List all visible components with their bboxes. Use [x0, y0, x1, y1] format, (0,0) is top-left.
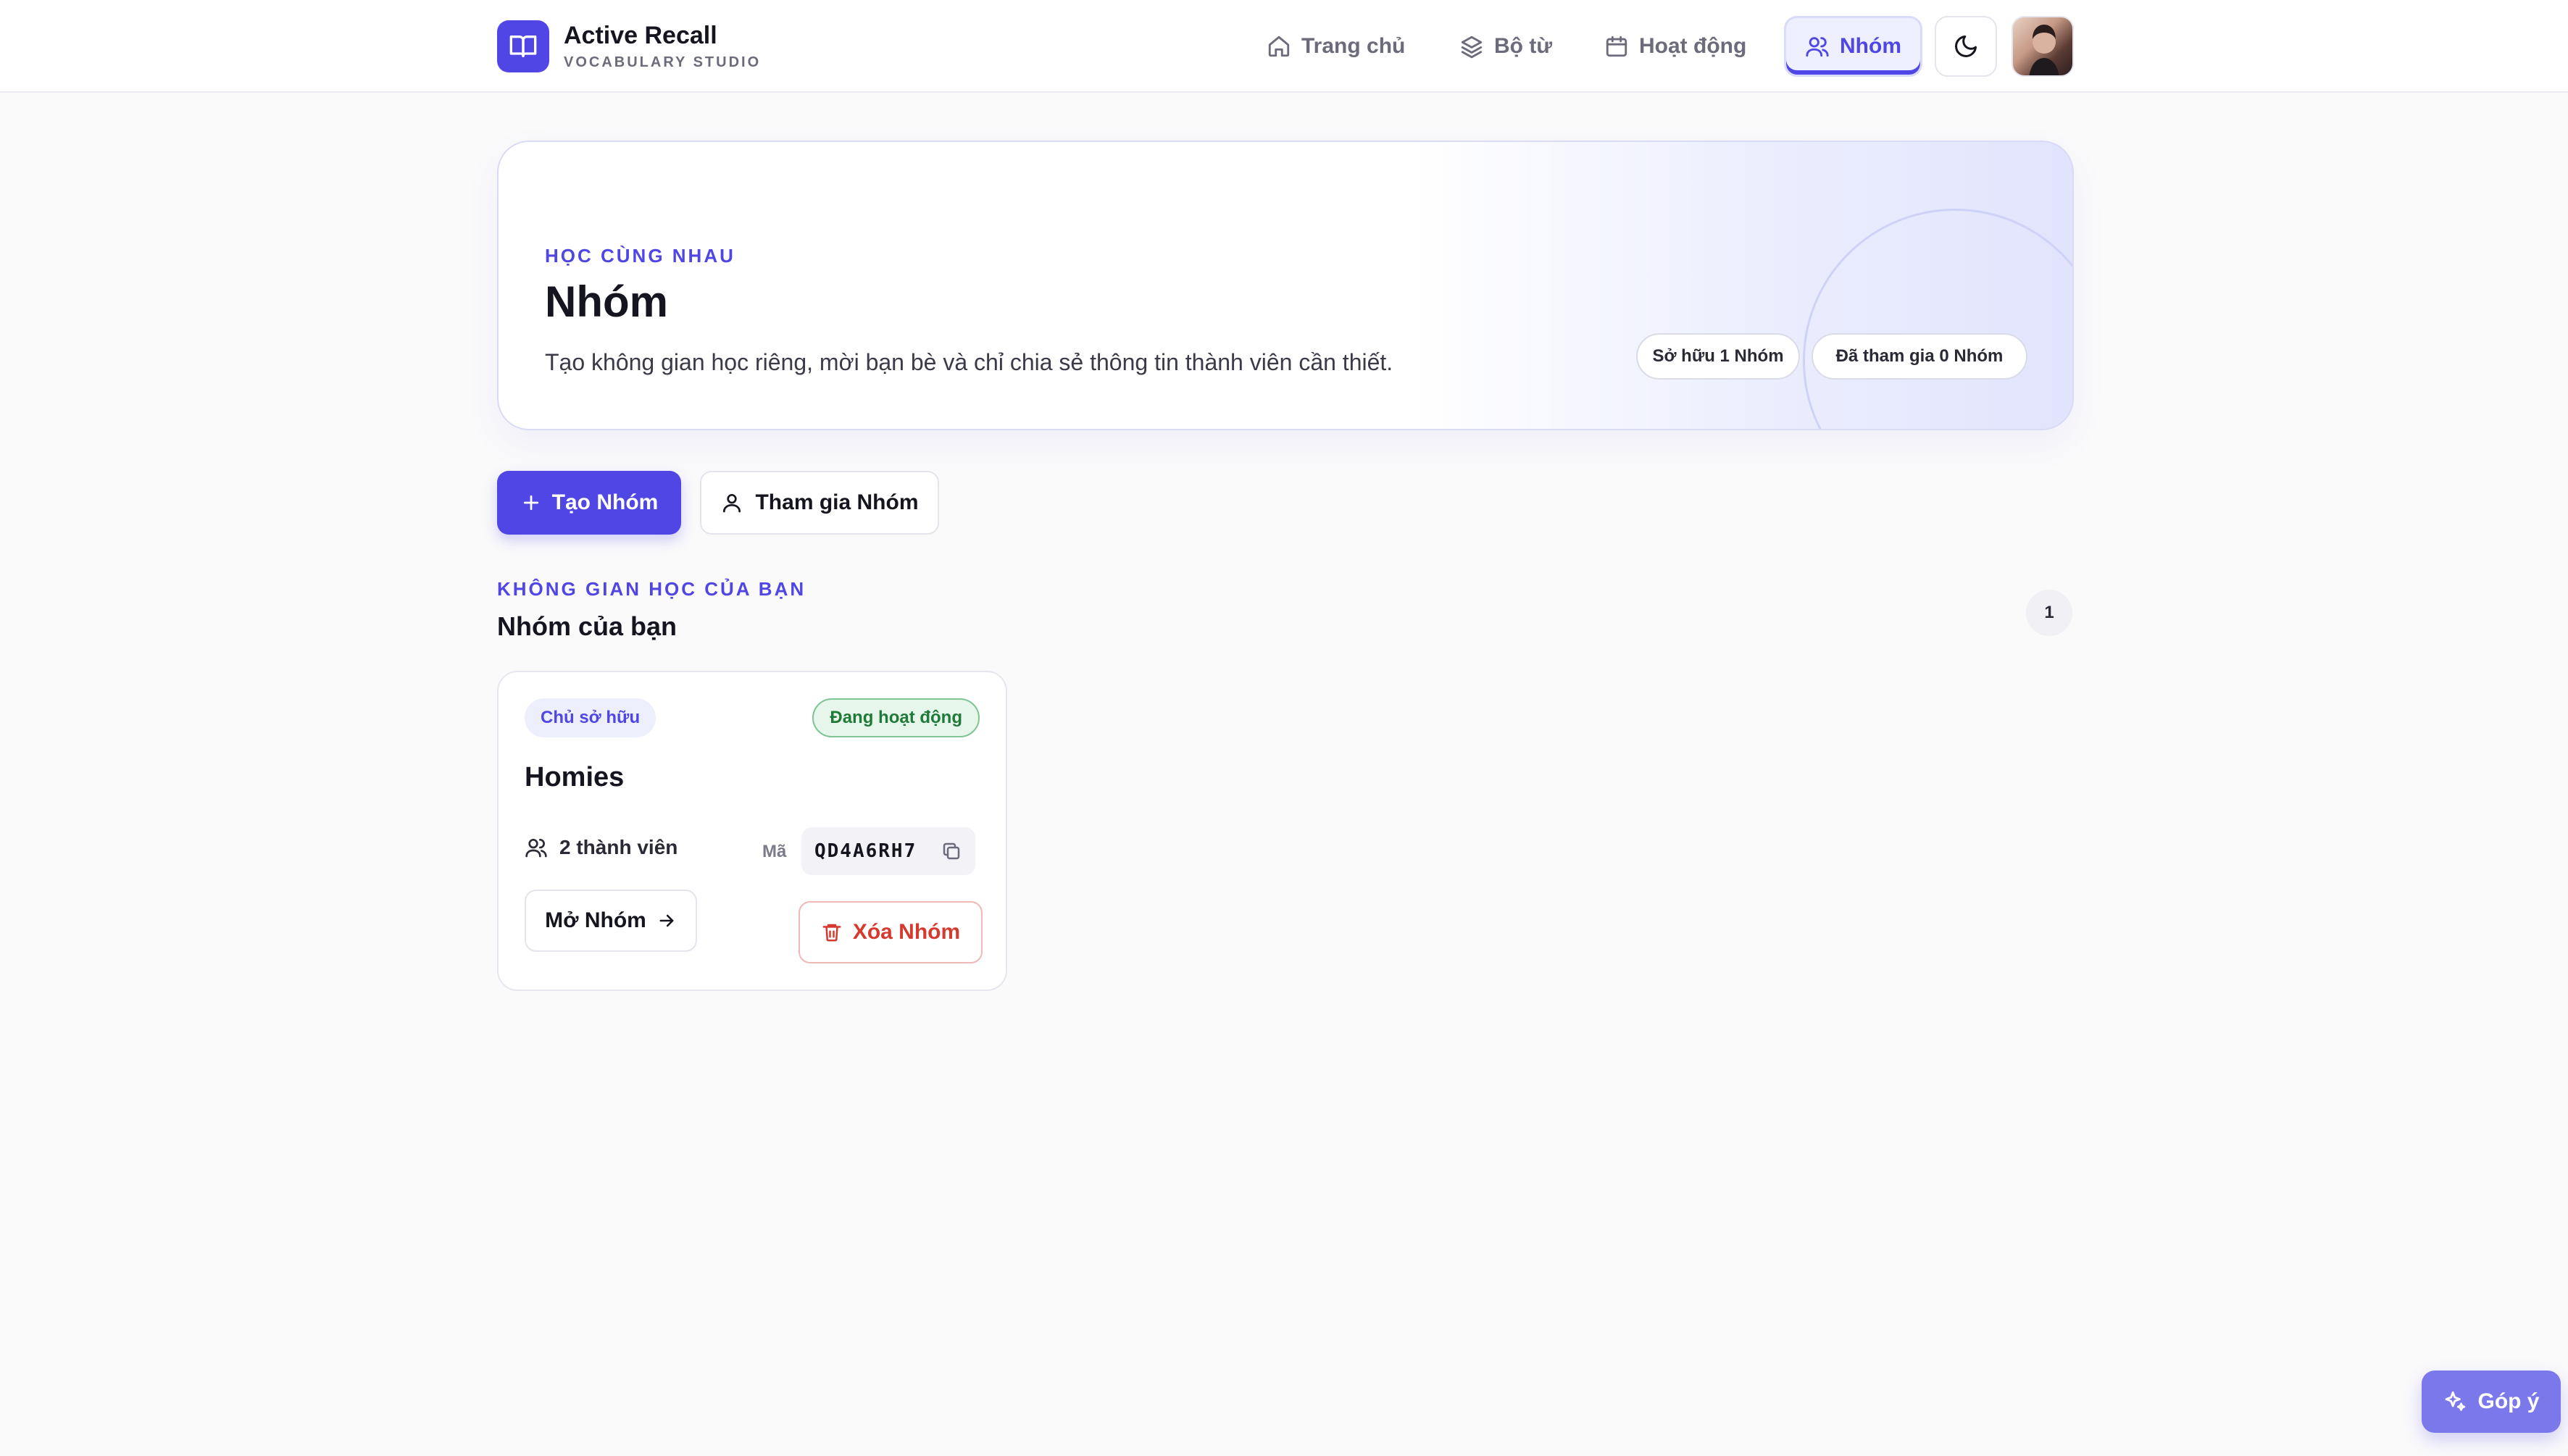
nav-item-label: Bộ từ — [1494, 34, 1553, 58]
join-group-button[interactable]: Tham gia Nhóm — [700, 471, 939, 535]
copy-icon[interactable] — [941, 840, 962, 862]
nav-item-groups[interactable]: Nhóm — [1784, 16, 1922, 77]
decorative-circle — [1803, 209, 2072, 429]
users-icon — [525, 836, 559, 859]
layers-icon — [1459, 34, 1494, 59]
nav-item-label: Nhóm — [1840, 34, 1901, 58]
feedback-button[interactable]: Góp ý — [2422, 1371, 2561, 1433]
user-icon — [720, 491, 755, 514]
group-count-badge: 1 — [2026, 590, 2072, 636]
nav-item-label: Trang chủ — [1301, 34, 1406, 58]
brand-subtitle: VOCABULARY STUDIO — [564, 54, 762, 70]
create-group-label: Tạo Nhóm — [551, 490, 659, 514]
top-bar: Active Recall VOCABULARY STUDIO Trang ch… — [0, 0, 2568, 93]
member-count: 2 thành viên — [525, 836, 678, 859]
nav-item-home[interactable]: Trang chủ — [1246, 16, 1425, 77]
group-name: Homies — [525, 762, 625, 792]
group-code: QD4A6RH7 — [801, 827, 975, 875]
group-card: Chủ sở hữu Đang hoạt động Homies 2 thành… — [497, 671, 1007, 991]
trash-icon — [821, 921, 853, 943]
section-eyebrow: KHÔNG GIAN HỌC CỦA BẠN — [497, 578, 806, 600]
page-title: Nhóm — [545, 277, 668, 326]
hero-banner: HỌC CÙNG NHAU Nhóm Tạo không gian học ri… — [497, 141, 2074, 430]
open-group-button[interactable]: Mở Nhóm — [525, 890, 697, 952]
member-count-label: 2 thành viên — [559, 836, 678, 858]
open-group-label: Mở Nhóm — [545, 908, 646, 932]
nav-item-decks[interactable]: Bộ từ — [1439, 16, 1572, 77]
hero-eyebrow: HỌC CÙNG NHAU — [545, 245, 735, 267]
brand-title: Active Recall — [564, 22, 717, 49]
nav-item-label: Hoạt động — [1639, 34, 1747, 58]
plus-icon — [520, 492, 552, 514]
moon-icon — [1953, 33, 1979, 59]
delete-group-button[interactable]: Xóa Nhóm — [799, 901, 983, 963]
theme-toggle-button[interactable] — [1935, 16, 1997, 77]
feedback-label: Góp ý — [2477, 1389, 2540, 1413]
home-icon — [1267, 34, 1301, 59]
role-badge: Chủ sở hữu — [525, 698, 656, 737]
joined-groups-pill: Đã tham gia 0 Nhóm — [1812, 333, 2027, 380]
status-badge: Đang hoạt động — [812, 698, 980, 737]
users-icon — [1805, 34, 1840, 59]
delete-group-label: Xóa Nhóm — [852, 920, 961, 944]
brand[interactable]: Active Recall VOCABULARY STUDIO — [497, 20, 761, 72]
join-group-label: Tham gia Nhóm — [755, 490, 919, 514]
section-title: Nhóm của bạn — [497, 611, 678, 641]
group-code-value: QD4A6RH7 — [814, 840, 917, 862]
hero-description: Tạo không gian học riêng, mời bạn bè và … — [545, 349, 1393, 375]
arrow-right-icon — [646, 911, 677, 931]
avatar[interactable] — [2012, 16, 2074, 77]
calendar-icon — [1604, 34, 1639, 59]
create-group-button[interactable]: Tạo Nhóm — [497, 471, 681, 535]
owned-groups-pill: Sở hữu 1 Nhóm — [1636, 333, 1800, 380]
nav-item-activity[interactable]: Hoạt động — [1584, 16, 1767, 77]
book-open-icon — [497, 20, 549, 72]
code-label: Mã — [762, 842, 787, 861]
sparkles-icon — [2443, 1389, 2477, 1414]
